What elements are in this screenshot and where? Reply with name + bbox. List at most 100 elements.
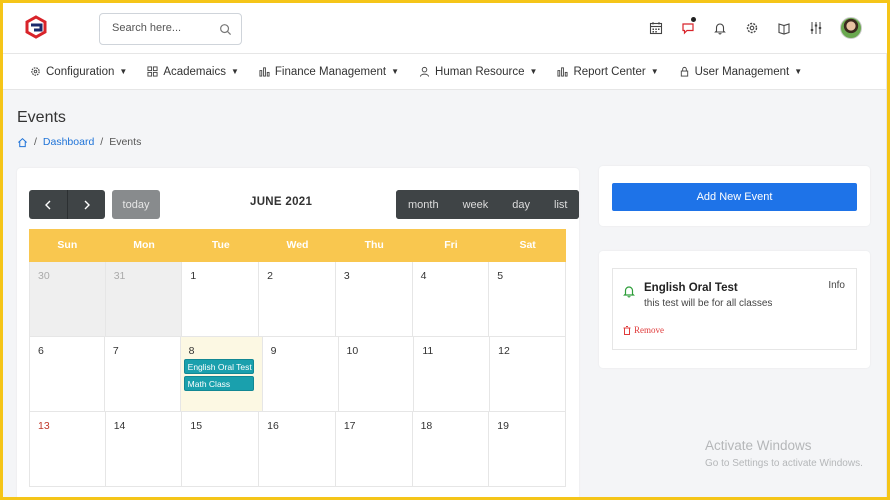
- day-number: 12: [498, 345, 510, 357]
- lock-icon: [680, 66, 688, 77]
- weekday-label: Wed: [286, 239, 309, 251]
- day-number: 10: [346, 345, 359, 357]
- day-cell[interactable]: 30: [29, 262, 106, 337]
- view-switcher: month week day list: [396, 190, 580, 219]
- caret-down-icon: ▼: [794, 67, 803, 76]
- day-cell[interactable]: 3: [335, 262, 413, 337]
- gear-icon[interactable]: [736, 16, 768, 40]
- day-cell[interactable]: 1: [182, 262, 260, 337]
- day-cell[interactable]: 4: [412, 262, 490, 337]
- page-scrollbar[interactable]: [886, 54, 890, 500]
- calendar-event[interactable]: Math Class: [183, 376, 254, 391]
- day-number: 1: [190, 270, 197, 282]
- day-cell[interactable]: 2: [259, 262, 336, 337]
- menu-label: Configuration: [46, 65, 115, 78]
- breadcrumb: / Dashboard / Events: [17, 136, 141, 148]
- day-cell[interactable]: 13: [29, 412, 106, 487]
- search-box[interactable]: [99, 13, 242, 45]
- day-number: 18: [420, 420, 433, 432]
- chat-icon[interactable]: [672, 16, 704, 40]
- day-cell[interactable]: 6: [29, 337, 105, 412]
- day-number: 16: [267, 420, 279, 432]
- event-title: English Oral Test: [644, 282, 738, 294]
- event-list-item[interactable]: English Oral Test this test will be for …: [612, 268, 857, 350]
- day-cell[interactable]: 5: [489, 262, 566, 337]
- day-number: 19: [497, 420, 509, 432]
- grid-icon: [147, 66, 158, 77]
- weekday-label: Sun: [57, 239, 78, 251]
- menu-configuration[interactable]: Configuration ▼: [30, 66, 127, 78]
- day-cell[interactable]: 7: [104, 337, 181, 412]
- day-cell[interactable]: 19: [489, 412, 566, 487]
- add-event-card: Add New Event: [599, 166, 870, 226]
- day-cell[interactable]: 9: [262, 337, 339, 412]
- bell-icon[interactable]: [704, 16, 736, 40]
- calendar-week: 30 31 1 2 3 4 5: [29, 262, 566, 337]
- weekday-label: Fri: [444, 239, 458, 251]
- weekday-label: Sat: [519, 239, 536, 251]
- avatar[interactable]: [840, 17, 862, 39]
- weekday-label: Thu: [364, 239, 384, 251]
- day-cell[interactable]: 12: [490, 337, 566, 412]
- menu-label: Report Center: [573, 65, 646, 78]
- menu-user-management[interactable]: User Management ▼: [679, 66, 803, 78]
- view-month-button[interactable]: month: [396, 190, 451, 219]
- search-icon[interactable]: [219, 23, 232, 36]
- calendar-icon[interactable]: [640, 16, 672, 40]
- menu-report-center[interactable]: Report Center ▼: [557, 65, 659, 78]
- breadcrumb-separator: /: [100, 136, 104, 148]
- view-list-button[interactable]: list: [542, 190, 580, 219]
- next-month-button[interactable]: [67, 190, 105, 219]
- book-icon[interactable]: [768, 16, 800, 40]
- calendar-title: JUNE 2021: [250, 196, 313, 208]
- gear-icon: [31, 67, 40, 76]
- event-description: this test will be for all classes: [644, 298, 773, 309]
- day-number: 11: [422, 345, 434, 357]
- day-cell[interactable]: 14: [105, 412, 183, 487]
- day-number: 30: [38, 270, 50, 282]
- weekday-label: Tue: [211, 239, 230, 251]
- view-day-button[interactable]: day: [500, 190, 543, 219]
- day-number: 8: [188, 345, 195, 357]
- view-week-button[interactable]: week: [450, 190, 501, 219]
- day-number: 31: [113, 270, 126, 282]
- calendar-week: 13 14 15 16 17 18 19: [29, 412, 566, 487]
- today-button[interactable]: today: [112, 190, 160, 219]
- add-new-event-button[interactable]: Add New Event: [612, 183, 857, 211]
- calendar-nav: [29, 190, 105, 219]
- notification-dot: [691, 17, 696, 22]
- app-logo[interactable]: [24, 15, 48, 39]
- day-number: 9: [270, 345, 277, 357]
- day-cell[interactable]: 10: [338, 337, 415, 412]
- day-number: 13: [38, 420, 50, 432]
- menu-finance[interactable]: Finance Management ▼: [259, 66, 399, 78]
- remove-event-link[interactable]: Remove: [623, 325, 664, 335]
- day-cell[interactable]: 16: [259, 412, 336, 487]
- day-number: 2: [267, 270, 273, 282]
- menu-human-resource[interactable]: Human Resource ▼: [419, 66, 537, 78]
- prev-month-button[interactable]: [29, 190, 67, 219]
- menu-academics[interactable]: Academaics ▼: [147, 66, 239, 78]
- trash-icon: [623, 325, 631, 335]
- search-input[interactable]: [112, 22, 212, 34]
- page-title: Events: [17, 109, 66, 126]
- bell-icon: [623, 286, 635, 298]
- day-cell-today[interactable]: 8 English Oral Test Math Class: [180, 337, 263, 412]
- breadcrumb-dashboard-link[interactable]: Dashboard: [43, 136, 94, 148]
- sliders-icon[interactable]: [800, 16, 832, 40]
- bar-chart-icon: [259, 67, 270, 77]
- main-menu: Configuration ▼ Academaics ▼ Finance Manag…: [0, 54, 890, 90]
- day-cell[interactable]: 11: [414, 337, 491, 412]
- day-cell[interactable]: 18: [412, 412, 490, 487]
- day-number: 6: [38, 345, 44, 357]
- day-cell[interactable]: 31: [105, 262, 183, 337]
- calendar-event[interactable]: English Oral Test: [183, 359, 254, 374]
- home-icon[interactable]: [17, 137, 28, 148]
- user-icon: [419, 66, 430, 77]
- chevron-left-icon: [45, 200, 51, 209]
- day-cell[interactable]: 17: [335, 412, 413, 487]
- remove-label: Remove: [634, 325, 664, 335]
- day-cell[interactable]: 15: [182, 412, 260, 487]
- caret-down-icon: ▼: [529, 67, 538, 76]
- breadcrumb-separator: /: [34, 136, 37, 148]
